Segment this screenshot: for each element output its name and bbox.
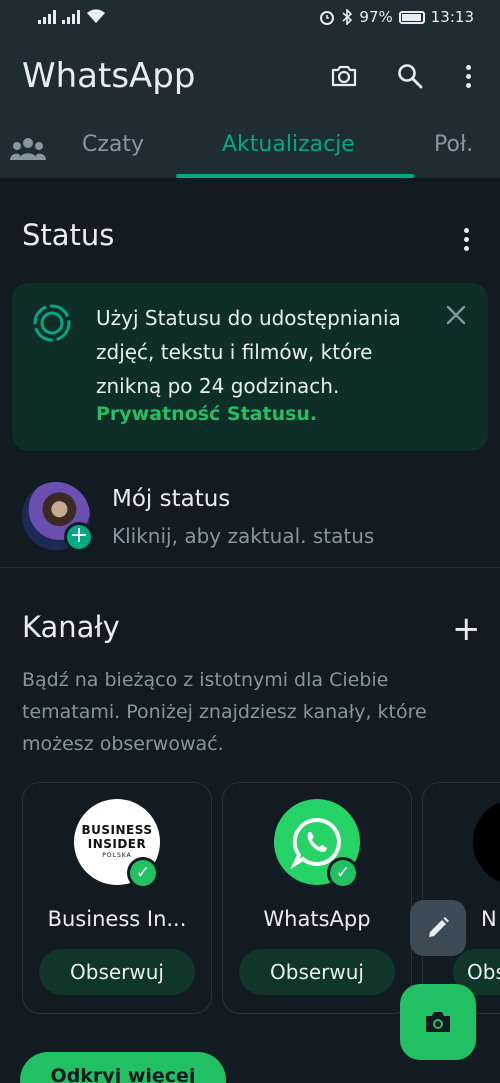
verified-badge-icon: ✓ <box>327 857 359 889</box>
channels-title: Kanały <box>22 610 120 644</box>
discover-more-button[interactable]: Odkryj więcej <box>20 1052 226 1083</box>
channel-name: N <box>481 907 497 931</box>
channel-card-business-insider[interactable]: BUSINESS INSIDER POLSKA ✓ Business In...… <box>22 782 212 1014</box>
signal-icon <box>38 9 56 24</box>
my-status-subtitle: Kliknij, aby zaktual. status <box>112 524 375 548</box>
my-status-name: Mój status <box>112 486 231 512</box>
channel-logo <box>473 799 500 885</box>
banner-text: Użyj Statusu do udostępniania zdjęć, tek… <box>96 306 401 398</box>
camera-icon <box>331 65 357 87</box>
search-button[interactable] <box>392 58 428 94</box>
camera-status-button[interactable] <box>400 984 476 1060</box>
status-privacy-link[interactable]: Prywatność Statusu. <box>96 403 317 425</box>
camera-icon <box>426 1012 450 1032</box>
status-tip-banner: Użyj Statusu do udostępniania zdjęć, tek… <box>12 283 488 451</box>
active-tab-indicator <box>176 174 414 178</box>
channel-name: WhatsApp <box>263 907 371 931</box>
tab-calls[interactable]: Poł. <box>434 132 473 157</box>
channel-card-whatsapp[interactable]: ✓ WhatsApp Obserwuj <box>222 782 412 1014</box>
camera-button[interactable] <box>326 58 362 94</box>
follow-button[interactable]: Obserwuj <box>39 949 195 995</box>
status-more-icon[interactable] <box>456 228 476 251</box>
tab-chats[interactable]: Czaty <box>82 132 144 157</box>
more-icon <box>458 64 478 88</box>
tab-bar: Czaty Aktualizacje Poł. <box>0 126 500 178</box>
status-title: Status <box>22 218 115 252</box>
battery-icon <box>398 10 425 24</box>
battery-percent: 97% <box>359 8 393 26</box>
my-status-row[interactable]: + Mój status Kliknij, aby zaktual. statu… <box>0 470 500 568</box>
channels-description: Bądź na bieżąco z istotnymi dla Ciebie t… <box>22 669 427 755</box>
signal-icon <box>62 9 80 24</box>
app-title: WhatsApp <box>22 56 196 96</box>
communities-icon[interactable] <box>10 136 46 160</box>
system-status-bar: 97% 13:13 <box>0 0 500 36</box>
clock: 13:13 <box>430 8 474 26</box>
tab-updates[interactable]: Aktualizacje <box>222 132 355 157</box>
verified-badge-icon: ✓ <box>127 857 159 889</box>
wifi-icon <box>87 9 105 23</box>
channel-card-partial[interactable]: N Obs <box>422 782 500 1014</box>
app-screen: 97% 13:13 WhatsApp Czaty Aktualizacje Po… <box>0 0 500 1083</box>
menu-button[interactable] <box>450 58 486 94</box>
alarm-icon <box>320 11 335 25</box>
add-channel-button[interactable]: + <box>452 612 481 646</box>
close-icon[interactable] <box>446 305 466 325</box>
follow-button[interactable]: Obserwuj <box>239 949 395 995</box>
text-status-button[interactable] <box>410 900 466 956</box>
bluetooth-icon <box>342 9 353 25</box>
add-status-icon: + <box>64 522 94 552</box>
battery-level <box>401 13 422 21</box>
divider <box>0 567 500 568</box>
app-header: WhatsApp Czaty Aktualizacje Poł. <box>0 36 500 178</box>
channel-name: Business In... <box>47 907 187 931</box>
pencil-icon <box>429 917 449 937</box>
search-icon <box>398 64 423 89</box>
status-ring-icon <box>33 304 71 342</box>
